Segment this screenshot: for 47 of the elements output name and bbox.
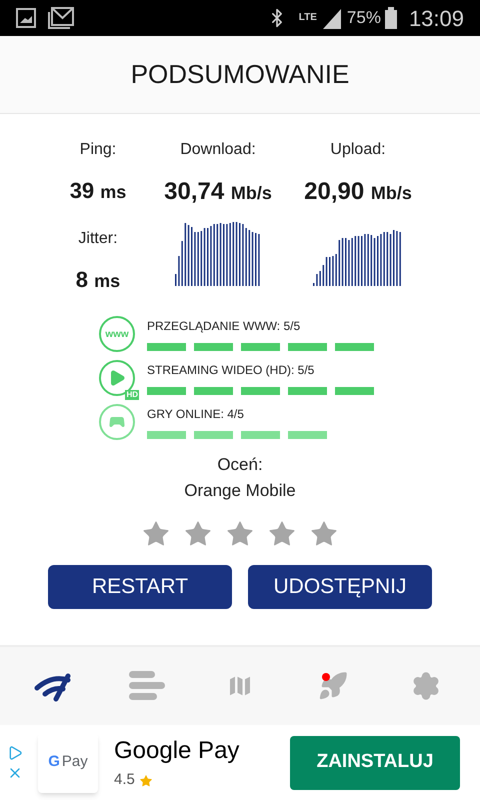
quality-segment xyxy=(288,431,327,439)
bars-icon xyxy=(129,671,166,701)
operator-name: Orange Mobile xyxy=(184,480,296,502)
ad-title: Google Pay xyxy=(114,736,240,766)
clock: 13:09 xyxy=(408,4,464,32)
rating-prompt: Oceń: xyxy=(217,454,263,476)
star-icon xyxy=(138,774,153,788)
metric-label: Ping: xyxy=(80,140,116,160)
quality-label: GRY ONLINE: 4/5 xyxy=(147,406,245,423)
metric-label: Jitter: xyxy=(78,229,118,249)
action-button[interactable]: RESTART xyxy=(48,565,232,609)
ad-choices-icon[interactable] xyxy=(7,744,23,760)
metric-value: 8 ms xyxy=(76,266,120,294)
quality-segment xyxy=(147,343,186,351)
quality-segment xyxy=(194,343,233,351)
gamepad-icon xyxy=(99,404,135,440)
quality-segment xyxy=(147,431,186,439)
quality-segment xyxy=(241,431,280,439)
quality-segment xyxy=(288,343,327,351)
app-logo: G Pay xyxy=(38,732,98,792)
quality-segment xyxy=(241,343,280,351)
quality-segment xyxy=(147,387,186,395)
quality-segment xyxy=(288,387,327,395)
quality-label: PRZEGLĄDANIE WWW: 5/5 xyxy=(147,318,302,335)
action-button[interactable]: UDOSTĘPNIJ xyxy=(248,565,432,609)
quality-segment xyxy=(194,431,233,439)
install-button[interactable]: ZAINSTALUJ xyxy=(290,736,460,790)
signal-icon xyxy=(320,7,343,29)
network-type: LTE xyxy=(298,13,317,23)
metric-value: 20,90 Mb/s xyxy=(304,177,412,207)
battery-icon xyxy=(384,7,397,29)
quality-segment xyxy=(241,387,280,395)
quality-label: STREAMING WIDEO (HD): 5/5 xyxy=(147,362,316,379)
quality-segment xyxy=(335,343,374,351)
www-icon: www xyxy=(99,316,135,352)
metric-label: Download: xyxy=(180,140,256,160)
metric-value: 30,74 Mb/s xyxy=(164,177,272,207)
battery-percent: 75% xyxy=(346,7,381,30)
quality-segment xyxy=(335,387,374,395)
picture-icon xyxy=(16,8,36,28)
quality-segment xyxy=(194,387,233,395)
app-rating: 4.5 xyxy=(114,770,135,790)
metric-label: Upload: xyxy=(330,140,386,160)
page-title: PODSUMOWANIE xyxy=(130,58,350,91)
mail-icon xyxy=(48,7,74,29)
rocket-icon xyxy=(318,671,348,701)
metric-value: 39 ms xyxy=(70,177,126,205)
